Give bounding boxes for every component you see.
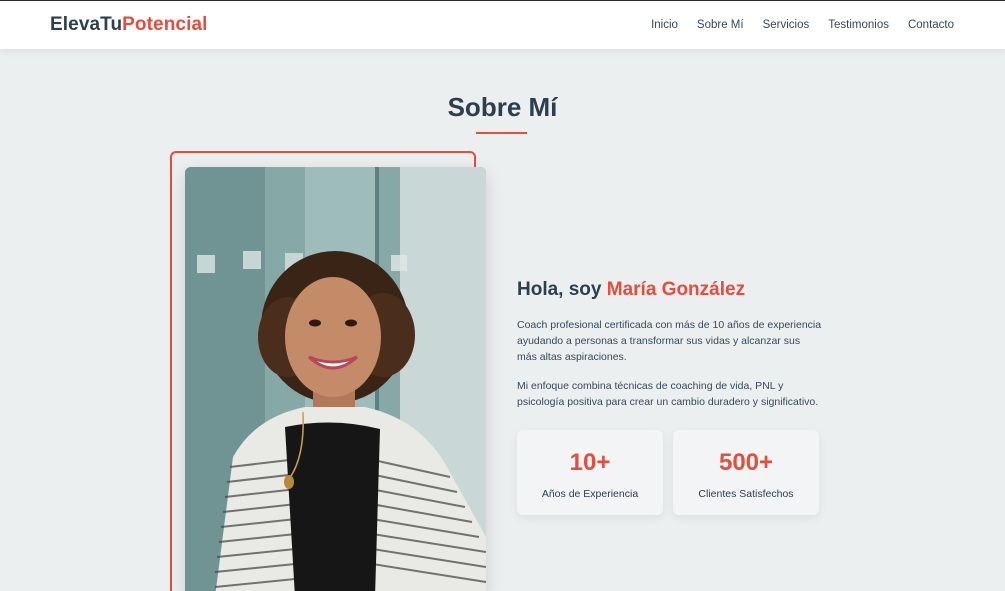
- nav-link-servicios[interactable]: Servicios: [763, 19, 810, 31]
- profile-photo: [185, 167, 486, 591]
- bio-paragraph-1: Coach profesional certificada con más de…: [517, 319, 822, 363]
- nav-link-testimonios[interactable]: Testimonios: [828, 19, 889, 31]
- stat-card-experience: 10+ Años de Experiencia: [517, 430, 663, 515]
- stat-label: Años de Experiencia: [541, 488, 639, 500]
- stat-value: 10+: [569, 449, 611, 476]
- section-title: Sobre Mí: [447, 92, 558, 122]
- bio-paragraph-2: Mi enfoque combina técnicas de coaching …: [517, 380, 819, 408]
- nav-link-contacto[interactable]: Contacto: [908, 19, 954, 31]
- stat-label: Clientes Satisfechos: [698, 488, 794, 500]
- brand-logo[interactable]: ElevaTuPotencial: [50, 14, 208, 36]
- coach-name: María González: [606, 279, 746, 300]
- stat-value: 500+: [718, 449, 774, 476]
- nav-link-sobre-mi[interactable]: Sobre Mí: [697, 19, 744, 31]
- greeting-heading: Hola, soy María González: [517, 279, 745, 301]
- profile-photo-illustration: [185, 167, 486, 591]
- greeting-prefix: Hola, soy: [517, 279, 607, 300]
- navbar: ElevaTuPotencial Inicio Sobre Mí Servici…: [0, 0, 1005, 49]
- nav-link-inicio[interactable]: Inicio: [651, 19, 678, 31]
- brand-part-2: Potencial: [122, 14, 208, 35]
- nav-menu: Inicio Sobre Mí Servicios Testimonios Co…: [651, 19, 954, 31]
- title-underline: [476, 132, 527, 134]
- stat-card-clients: 500+ Clientes Satisfechos: [673, 430, 819, 515]
- brand-part-1: ElevaTu: [50, 14, 123, 35]
